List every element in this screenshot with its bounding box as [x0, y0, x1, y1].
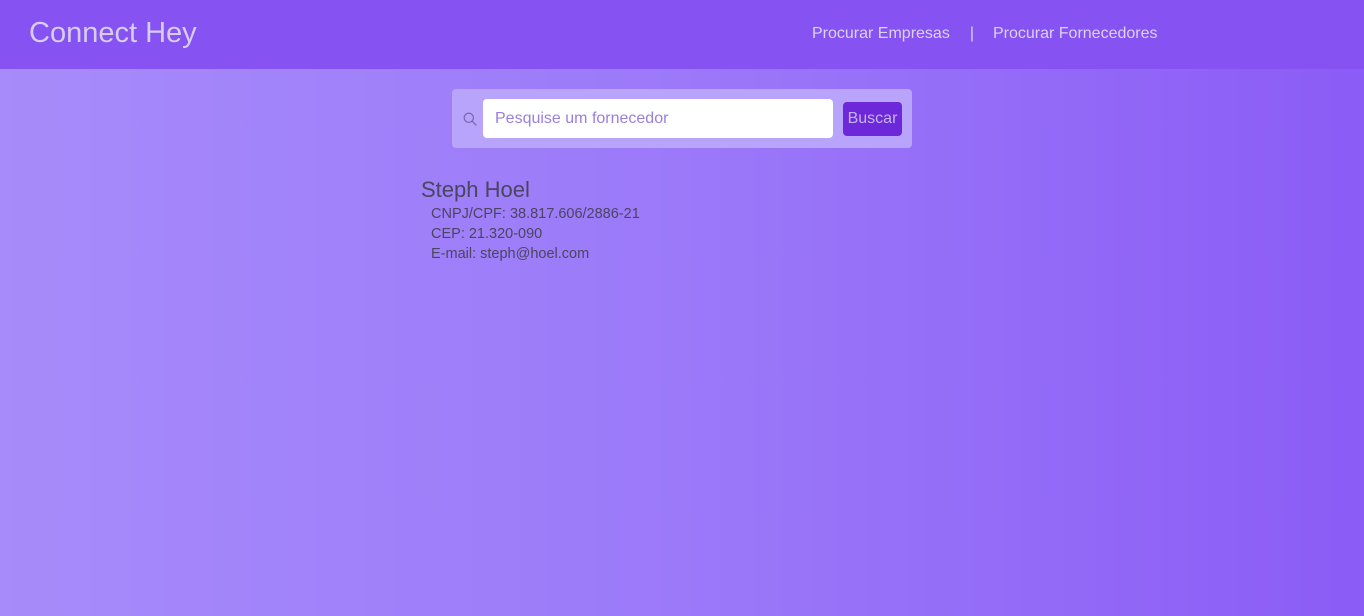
main-nav: Procurar Empresas | Procurar Fornecedore… — [812, 24, 1158, 44]
nav-link-suppliers[interactable]: Procurar Fornecedores — [993, 24, 1158, 44]
result-name[interactable]: Steph Hoel — [421, 177, 640, 203]
brand-logo-text[interactable]: Connect Hey — [29, 16, 197, 50]
search-icon — [463, 112, 477, 126]
search-panel: Buscar — [452, 89, 912, 148]
nav-separator: | — [969, 25, 974, 42]
nav-link-companies[interactable]: Procurar Empresas — [812, 24, 950, 44]
result-item: Steph Hoel CNPJ/CPF: 38.817.606/2886-21 … — [421, 177, 640, 264]
result-details: CNPJ/CPF: 38.817.606/2886-21 CEP: 21.320… — [431, 204, 640, 264]
result-email: E-mail: steph@hoel.com — [431, 246, 590, 262]
search-input[interactable] — [483, 99, 833, 138]
result-cep: CEP: 21.320-090 — [431, 226, 543, 242]
search-button[interactable]: Buscar — [843, 102, 902, 136]
result-cnpj-cpf: CNPJ/CPF: 38.817.606/2886-21 — [431, 206, 640, 222]
top-header: Connect Hey Procurar Empresas | Procurar… — [0, 0, 1364, 69]
